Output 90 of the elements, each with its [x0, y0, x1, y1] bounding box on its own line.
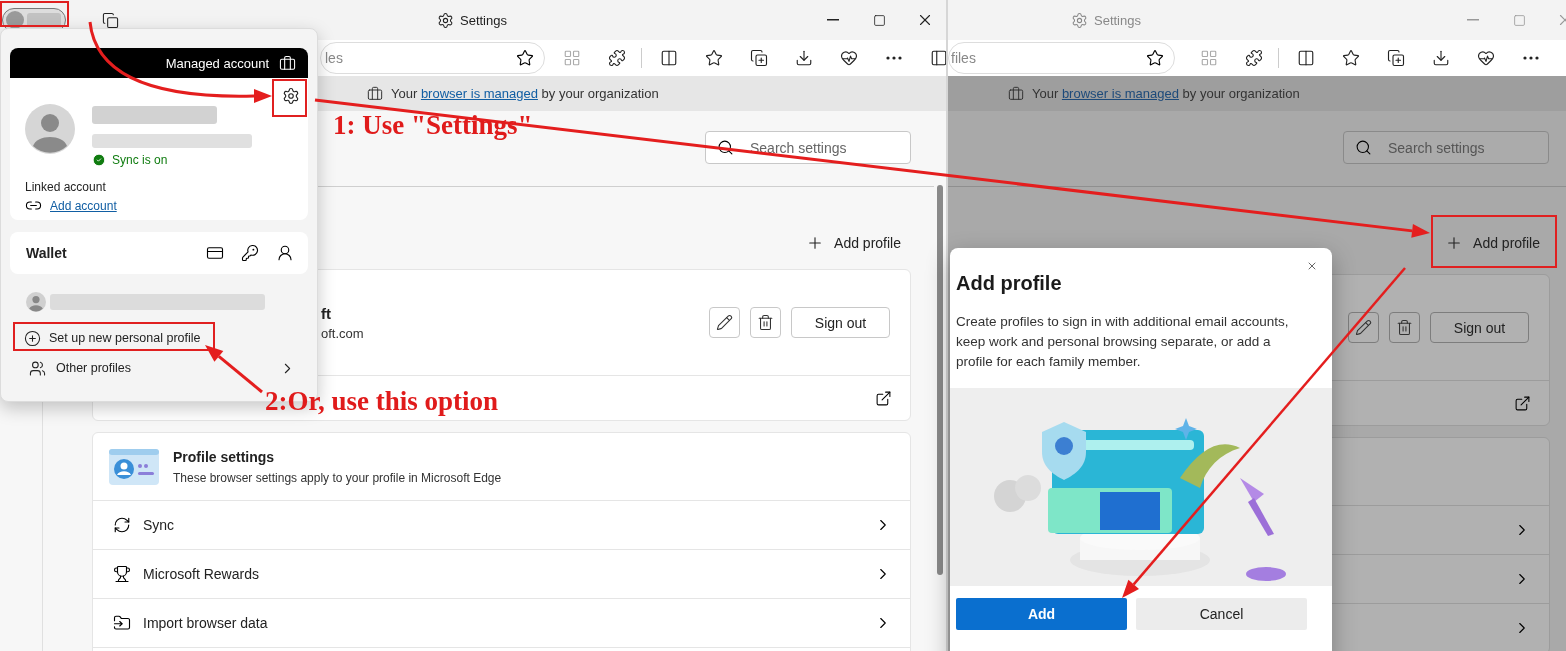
add-button[interactable]: Add: [956, 598, 1127, 630]
address-bar[interactable]: les: [320, 42, 545, 74]
avatar-icon: [26, 292, 46, 312]
sign-out-button[interactable]: Sign out: [1430, 312, 1529, 343]
edit-button[interactable]: [709, 307, 740, 338]
annotation-text: 1: Use "Settings": [333, 110, 533, 141]
more-icon: [1523, 56, 1539, 60]
managed-message: Your browser is managed by your organization: [1032, 86, 1300, 101]
annotation-arrow: [205, 345, 263, 394]
people-icon: [29, 359, 46, 377]
profile-menu-item[interactable]: Set up new personal profile: [10, 323, 308, 353]
section-description: These browser settings apply to your profile in Microsoft Edge: [173, 470, 502, 485]
collections-icon: [1387, 49, 1405, 67]
avatar-icon: [25, 104, 75, 154]
download-icon: [795, 49, 813, 67]
minimize-icon: [1467, 19, 1479, 21]
pencil-icon: [716, 314, 733, 331]
wallet-label: Wallet: [26, 245, 68, 261]
search-icon: [717, 139, 734, 156]
puzzle-icon: [608, 49, 626, 67]
dialog-title: Add profile: [956, 272, 1062, 295]
add-account-link[interactable]: Add account: [50, 198, 117, 213]
trash-icon: [1396, 319, 1413, 336]
search-field[interactable]: Search settings: [1343, 131, 1549, 164]
settings-row[interactable]: Microsoft Rewards: [93, 550, 910, 599]
sync-status: Sync is on: [112, 153, 168, 167]
puzzle-icon: [1245, 49, 1263, 67]
delete-button[interactable]: [1389, 312, 1420, 343]
split-screen-icon: [1297, 49, 1315, 67]
favorite-star-icon: [516, 49, 534, 67]
profile-name: ft: [321, 304, 332, 322]
settings-gear-icon: [437, 11, 454, 29]
profile-email: oft.com: [321, 325, 365, 341]
delete-button[interactable]: [750, 307, 781, 338]
trophy-icon: [113, 565, 131, 583]
stacked-squares-icon: [101, 11, 119, 29]
linked-account-label: Linked account: [25, 180, 107, 194]
add-profile-button[interactable]: Add profile: [796, 217, 911, 268]
highlight-frame: [272, 79, 307, 117]
trash-icon: [757, 314, 774, 331]
app-grid-icon: [1200, 49, 1218, 67]
settings-gear-icon: [1071, 11, 1088, 29]
sign-out-button[interactable]: Sign out: [791, 307, 890, 338]
heart-pulse-icon: [840, 49, 858, 67]
address-bar[interactable]: files: [948, 42, 1175, 74]
sidebar-icon: [930, 49, 946, 67]
pencil-icon: [1355, 319, 1372, 336]
more-icon: [886, 56, 902, 60]
cancel-button[interactable]: Cancel: [1136, 598, 1307, 630]
check-circle-icon: [92, 153, 106, 167]
window-title: Settings: [1094, 12, 1141, 28]
plus-circle-icon: [24, 329, 41, 347]
profile-card-drawing: [108, 446, 160, 487]
highlight-frame: [0, 1, 69, 27]
maximize-icon: [1512, 13, 1526, 27]
external-link-icon: [875, 389, 892, 407]
maximize-icon: [872, 13, 886, 27]
search-icon: [1355, 139, 1372, 156]
window-title: Settings: [460, 12, 507, 28]
app-grid-icon: [563, 49, 581, 67]
briefcase-icon: [1008, 85, 1024, 102]
star-icon: [705, 49, 723, 67]
managed-link[interactable]: browser is managed: [420, 86, 538, 101]
heart-pulse-icon: [1477, 49, 1495, 67]
settings-row[interactable]: Sync: [93, 501, 910, 550]
briefcase-icon: [367, 85, 383, 102]
settings-row[interactable]: Import browser data: [93, 599, 910, 648]
settings-icon: [282, 87, 300, 105]
person-icon: [276, 244, 294, 262]
edit-button[interactable]: [1348, 312, 1379, 343]
dialog-description: Create profiles to sign in with additional email accounts, keep work and personal browsing separate, or add a profile for each family member.: [955, 313, 1290, 371]
briefcase-icon: [279, 54, 296, 72]
profile-menu-item[interactable]: Other profiles: [10, 353, 308, 383]
managed-account-label: Managed account: [165, 55, 269, 71]
split-screen-icon: [660, 49, 678, 67]
collections-icon: [750, 49, 768, 67]
star-icon: [1342, 49, 1360, 67]
favorite-star-icon: [1146, 49, 1164, 67]
scrollbar-thumb[interactable]: [937, 185, 943, 575]
credit-card-icon: [206, 244, 224, 262]
sync-icon: [113, 516, 131, 534]
folder-import-icon: [113, 614, 131, 632]
section-title: Profile settings: [173, 448, 276, 465]
external-link-icon: [1514, 394, 1531, 412]
download-icon: [1432, 49, 1450, 67]
key-icon: [241, 244, 259, 262]
minimize-icon: [827, 19, 839, 21]
add-profile-button[interactable]: Add profile: [1435, 217, 1550, 268]
managed-message: Your browser is managed by your organization: [391, 86, 659, 101]
annotation-text: 2:Or, use this option: [265, 386, 499, 417]
